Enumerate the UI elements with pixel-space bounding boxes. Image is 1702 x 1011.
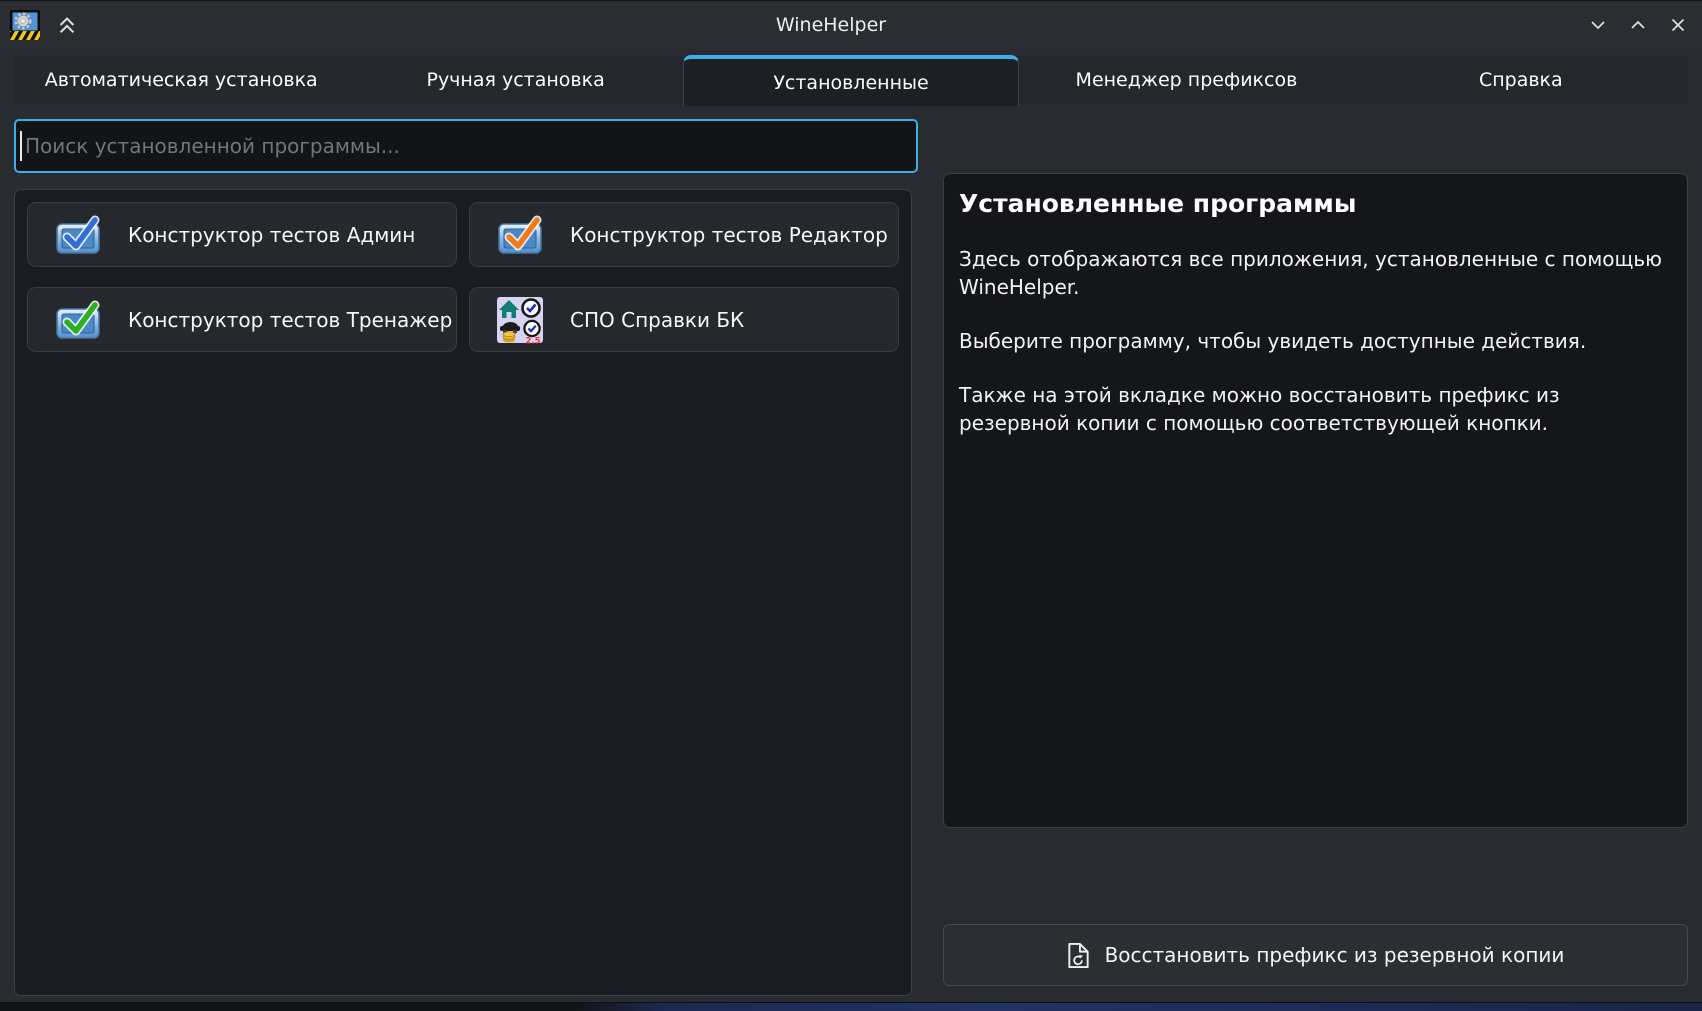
window-title: WineHelper	[84, 14, 1578, 36]
restore-prefix-label: Восстановить префикс из резервной копии	[1105, 943, 1565, 967]
minimize-button[interactable]	[1578, 5, 1618, 45]
program-name: СПО Справки БК	[570, 308, 744, 332]
program-card-spo-spravki[interactable]: 2.5 СПО Справки БК	[469, 287, 899, 352]
program-card-editor[interactable]: Конструктор тестов Редактор	[469, 202, 899, 267]
checkbox-blue-icon	[54, 211, 102, 259]
winehelper-app-icon	[10, 10, 40, 40]
info-panel-heading: Установленные программы	[959, 189, 1672, 218]
tab-auto-install[interactable]: Автоматическая установка	[14, 56, 348, 104]
restore-prefix-button[interactable]: Восстановить префикс из резервной копии	[943, 924, 1688, 986]
installed-programs-panel: Конструктор тестов Админ Конструктор тес…	[14, 189, 912, 996]
tab-help[interactable]: Справка	[1354, 56, 1688, 104]
winehelper-window: { "colors": { "accent": "#3daee9", "chec…	[0, 0, 1702, 1011]
checkbox-green-icon	[54, 296, 102, 344]
tab-bar: Автоматическая установка Ручная установк…	[14, 56, 1688, 104]
chevrons-up-icon	[56, 14, 78, 36]
info-panel: Установленные программы Здесь отображают…	[943, 173, 1688, 828]
program-name: Конструктор тестов Редактор	[570, 223, 888, 247]
checkbox-orange-icon	[496, 211, 544, 259]
keep-above-button[interactable]	[50, 8, 84, 42]
program-name: Конструктор тестов Тренажер	[128, 308, 452, 332]
program-card-trainer[interactable]: Конструктор тестов Тренажер	[27, 287, 457, 352]
info-paragraph: Здесь отображаются все приложения, устан…	[959, 245, 1672, 301]
document-restore-icon	[1067, 942, 1090, 969]
info-paragraph: Также на этой вкладке можно восстановить…	[959, 381, 1672, 437]
tab-prefix-manager[interactable]: Менеджер префиксов	[1019, 56, 1353, 104]
maximize-button[interactable]	[1618, 5, 1658, 45]
tab-manual-install[interactable]: Ручная установка	[348, 56, 682, 104]
search-field	[14, 119, 918, 173]
tab-installed[interactable]: Установленные	[683, 55, 1019, 106]
taskbar-edge	[0, 1002, 1702, 1011]
info-paragraph: Выберите программу, чтобы увидеть доступ…	[959, 327, 1672, 355]
close-button[interactable]	[1658, 5, 1698, 45]
program-name: Конструктор тестов Админ	[128, 223, 415, 247]
svg-text:2.5: 2.5	[526, 336, 541, 344]
titlebar[interactable]: WineHelper	[0, 1, 1702, 49]
program-grid: Конструктор тестов Админ Конструктор тес…	[27, 202, 899, 352]
search-input[interactable]	[22, 121, 916, 171]
close-icon	[1670, 17, 1686, 33]
program-card-admin[interactable]: Конструктор тестов Админ	[27, 202, 457, 267]
chevron-up-icon	[1630, 17, 1646, 33]
chevron-down-icon	[1590, 17, 1606, 33]
spo-spravki-icon: 2.5	[496, 296, 544, 344]
